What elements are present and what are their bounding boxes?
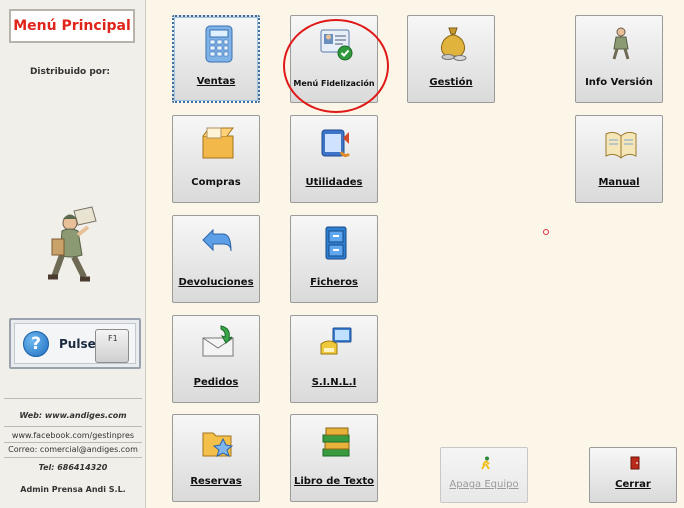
help-icon: ?: [23, 330, 49, 357]
info-character-icon: [612, 27, 630, 60]
filing-cabinet-icon: [325, 226, 347, 260]
phone-text: Tel: 686414320: [38, 463, 108, 472]
devoluciones-button[interactable]: Devoluciones: [172, 215, 260, 303]
computer-phone-icon: [320, 327, 352, 355]
ventas-button[interactable]: Ventas: [172, 15, 260, 103]
f1-key-icon: F1: [95, 329, 129, 363]
ficheros-button[interactable]: Ficheros: [290, 215, 378, 303]
menu-fidelizacion-label: Menú Fidelización: [293, 79, 375, 88]
tools-rocket-icon: [321, 129, 351, 158]
apaga-equipo-button[interactable]: Apaga Equipo: [440, 447, 528, 503]
pedidos-button[interactable]: Pedidos: [172, 315, 260, 403]
reservas-button[interactable]: Reservas: [172, 414, 260, 502]
compras-button[interactable]: Compras: [172, 115, 260, 203]
return-arrow-icon: [202, 228, 232, 252]
facebook-link[interactable]: www.facebook.com/gestinpres: [0, 431, 146, 440]
mascot-courier-icon: [48, 206, 97, 282]
shutdown-runner-icon: [481, 456, 490, 470]
gestion-label: Gestión: [429, 77, 473, 88]
shopping-box-icon: [202, 127, 234, 159]
calculator-icon: [205, 25, 233, 63]
money-bag-icon: [440, 27, 467, 61]
ventas-label: Ventas: [196, 76, 236, 87]
menu-fidelizacion-button[interactable]: Menú Fidelización: [290, 15, 378, 103]
divider: [4, 398, 142, 399]
manual-label: Manual: [598, 177, 640, 188]
distributed-by-label: Distribuido por:: [29, 67, 111, 77]
manual-button[interactable]: Manual: [575, 115, 663, 203]
red-dot-marker: [543, 229, 549, 235]
utilidades-button[interactable]: Utilidades: [290, 115, 378, 203]
book-stack-icon: [322, 427, 350, 457]
main-menu-title: Menú Principal: [9, 9, 135, 43]
exit-door-icon: [630, 456, 640, 470]
apaga-equipo-label: Apaga Equipo: [449, 479, 519, 490]
compras-label: Compras: [191, 177, 241, 188]
reservas-label: Reservas: [190, 476, 242, 487]
divider: [4, 457, 142, 458]
web-link[interactable]: Web: www.andiges.com: [0, 411, 146, 420]
divider: [4, 442, 142, 443]
cerrar-button[interactable]: Cerrar: [589, 447, 677, 503]
info-version-label: Info Versión: [585, 77, 653, 88]
devoluciones-label: Devoluciones: [178, 277, 254, 288]
libro-texto-label: Libro de Texto: [293, 476, 375, 487]
libro-texto-button[interactable]: Libro de Texto: [290, 414, 378, 502]
book-icon: [605, 131, 637, 159]
email-link[interactable]: Correo: comercial@andiges.com: [0, 445, 146, 454]
envelope-icon: [202, 325, 234, 357]
pulse-label: Pulse: [59, 336, 96, 351]
loyalty-card-icon: [320, 29, 353, 61]
divider: [4, 426, 142, 427]
sidebar: Menú Principal Distribuido por: ? Pulse …: [0, 0, 146, 508]
info-version-button[interactable]: Info Versión: [575, 15, 663, 103]
sinli-label: S.I.N.L.I: [311, 377, 357, 388]
ficheros-label: Ficheros: [310, 277, 358, 288]
gestion-button[interactable]: Gestión: [407, 15, 495, 103]
help-button[interactable]: ? Pulse F1: [9, 318, 141, 369]
sinli-button[interactable]: S.I.N.L.I: [290, 315, 378, 403]
utilidades-label: Utilidades: [305, 177, 363, 188]
company-name: Admin Prensa Andi S.L.: [20, 485, 126, 494]
cerrar-label: Cerrar: [615, 479, 651, 490]
folder-star-icon: [202, 432, 234, 457]
pedidos-label: Pedidos: [193, 377, 239, 388]
